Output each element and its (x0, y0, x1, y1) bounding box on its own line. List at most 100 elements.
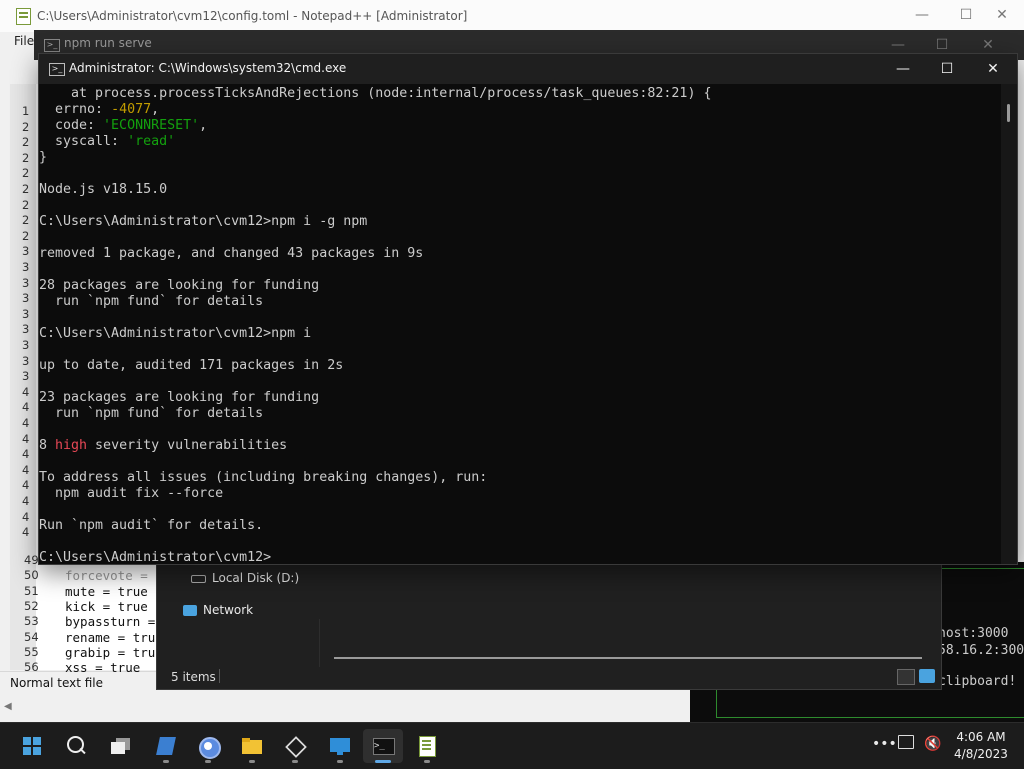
close-button[interactable]: ✕ (971, 54, 1015, 84)
app-notepadpp[interactable] (407, 729, 447, 763)
search-icon (65, 735, 87, 757)
task-view-icon (110, 735, 132, 757)
close-button[interactable]: ✕ (980, 0, 1024, 30)
line-number: 1 (22, 104, 30, 118)
details-view-icon[interactable] (897, 669, 915, 685)
running-indicator (375, 760, 391, 763)
line-number: 49 (24, 553, 39, 567)
terminal-text: host:3000 (938, 626, 1009, 641)
line-number: 56 (24, 660, 39, 675)
tiles-view-icon[interactable] (919, 669, 935, 683)
code-line[interactable]: rename = true (65, 630, 157, 645)
code-line[interactable]: xss = true (65, 660, 140, 675)
nav-item-network[interactable]: Network (183, 603, 253, 617)
speaker-muted-icon[interactable]: 🔇 (924, 736, 941, 752)
line-number: 54 (24, 629, 39, 644)
console-line: errno: -4077, (39, 102, 159, 118)
app-vscode[interactable] (146, 729, 186, 763)
line-number: 4 (22, 462, 30, 477)
console-icon: >_ (44, 39, 60, 52)
cmd-window: >_ Administrator: C:\Windows\system32\cm… (38, 53, 1018, 565)
line-number: 50 (24, 568, 39, 583)
terminal-text: 58.16.2:300 (938, 643, 1024, 658)
minimize-button[interactable]: — (881, 54, 925, 84)
line-number: 4 (22, 384, 30, 399)
menu-file[interactable]: File (14, 34, 34, 48)
console-text: Node.js v18.15.0 (39, 182, 168, 197)
notepadpp-titlebar[interactable]: C:\Users\Administrator\cvm12\config.toml… (0, 0, 1024, 32)
code-line[interactable]: grabip = true (65, 645, 157, 660)
console-text: , (199, 118, 208, 133)
vscode-icon (155, 735, 177, 757)
cmd-titlebar[interactable]: >_ Administrator: C:\Windows\system32\cm… (39, 54, 1017, 84)
nav-item-label: Network (203, 603, 254, 617)
console-text: npm audit fix --force (39, 486, 224, 501)
console-text: 'read' (127, 134, 176, 149)
overflow-icon[interactable]: ••• (872, 736, 897, 752)
item-count: 5 items (171, 670, 216, 684)
console-text: Run `npm audit` for details. (39, 518, 264, 533)
app-remote-desktop[interactable] (320, 729, 360, 763)
search-button[interactable] (56, 729, 96, 763)
console-icon: >_ (49, 63, 65, 76)
console-line: C:\Users\Administrator\cvm12> (39, 550, 271, 564)
console-text: run `npm fund` for details (39, 406, 264, 421)
code-line[interactable]: kick = true (65, 599, 148, 614)
notepadpp-icon (16, 8, 31, 25)
clock-date: 4/8/2023 (954, 747, 1008, 761)
network-icon (183, 605, 197, 616)
app-virtualbox[interactable] (275, 729, 315, 763)
console-text: To address all issues (including breakin… (39, 470, 488, 485)
file-type-label: Normal text file (10, 676, 104, 690)
minimize-button[interactable]: — (900, 0, 944, 30)
line-number: 4 (22, 494, 30, 508)
console-line: 23 packages are looking for funding (39, 390, 319, 406)
line-number: 4 (22, 431, 30, 446)
line-number: 3 (22, 275, 30, 290)
task-view-button[interactable] (101, 729, 141, 763)
vertical-scrollbar[interactable] (1001, 84, 1017, 564)
notepadpp-icon (416, 735, 438, 757)
start-button[interactable] (12, 729, 52, 763)
console-output[interactable]: at process.processTicksAndRejections (no… (39, 84, 1001, 564)
console-line: up to date, audited 171 packages in 2s (39, 358, 343, 374)
line-number: 4 (22, 509, 30, 524)
console-line: C:\Users\Administrator\cvm12>npm i (39, 326, 311, 342)
scrollbar-thumb[interactable] (1007, 104, 1010, 122)
console-text: , (151, 102, 160, 117)
code-line[interactable]: bypassturn = (65, 614, 155, 629)
drive-icon (191, 574, 206, 583)
console-line: } (39, 150, 47, 166)
nav-item-local-disk-d[interactable]: Local Disk (D:) (191, 571, 299, 585)
pane-divider[interactable] (319, 619, 320, 667)
console-line: syscall: 'read' (39, 134, 175, 150)
console-line: To address all issues (including breakin… (39, 470, 487, 486)
console-text: C:\Users\Administrator\cvm12>npm i (39, 326, 312, 341)
app-chrome[interactable] (188, 729, 228, 763)
line-number: 2 (22, 135, 30, 150)
horizontal-scrollbar[interactable]: ◀ (0, 695, 690, 719)
line-number: 2 (22, 182, 30, 196)
running-indicator (292, 760, 298, 763)
display-icon[interactable] (898, 735, 914, 749)
app-file-explorer[interactable] (232, 729, 272, 763)
nav-item-label: Local Disk (D:) (212, 571, 300, 585)
clock-time: 4:06 AM (956, 730, 1006, 744)
console-line: Run `npm audit` for details. (39, 518, 263, 534)
line-number: 2 (22, 119, 30, 134)
line-number: 3 (22, 260, 30, 274)
maximize-button[interactable]: ☐ (925, 54, 969, 84)
scroll-left-icon[interactable]: ◀ (4, 701, 12, 712)
line-number: 3 (22, 291, 30, 306)
code-line[interactable]: mute = true (65, 584, 148, 599)
app-terminal[interactable]: >_ (363, 729, 403, 763)
clock[interactable]: 4:06 AM 4/8/2023 (944, 729, 1018, 763)
notepadpp-title: C:\Users\Administrator\cvm12\config.toml… (37, 9, 468, 23)
console-text: 28 packages are looking for funding (39, 278, 320, 293)
console-line: Node.js v18.15.0 (39, 182, 167, 198)
console-text: C:\Users\Administrator\cvm12> (39, 550, 272, 564)
npm-window-title: npm run serve (64, 36, 152, 50)
code-line[interactable]: forcevote = t (65, 568, 157, 583)
console-text: code: (39, 118, 104, 133)
line-number: 2 (22, 166, 30, 181)
